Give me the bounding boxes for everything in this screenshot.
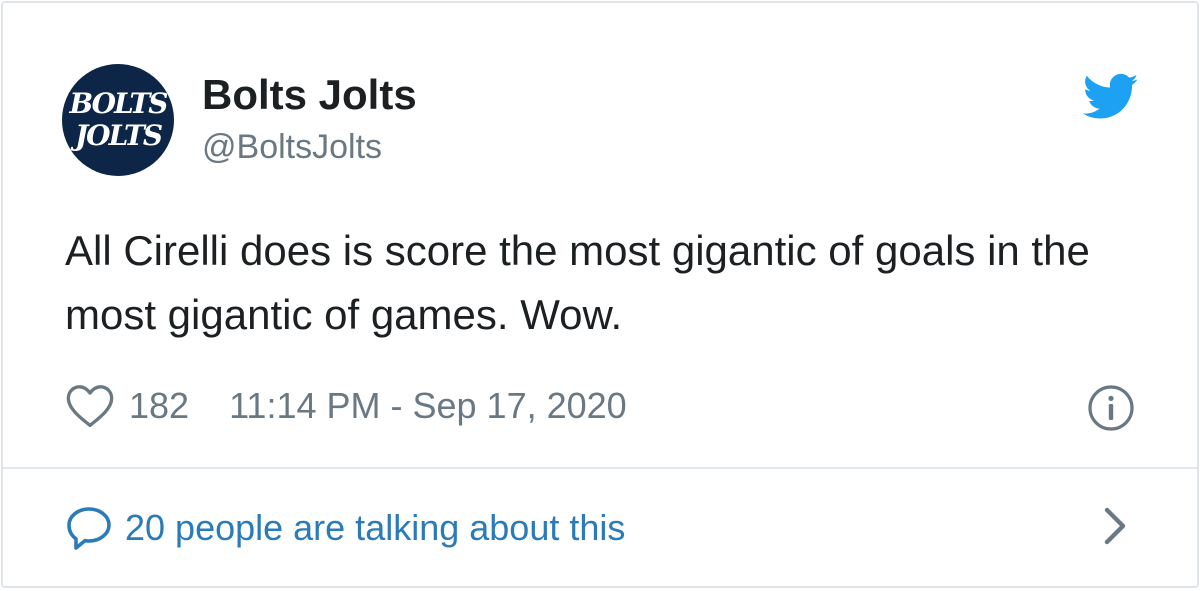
avatar-logo-line2: JOLTS [74,119,163,152]
timestamp[interactable]: 11:14 PM - Sep 17, 2020 [229,385,627,427]
display-name[interactable]: Bolts Jolts [202,71,417,119]
avatar[interactable]: BOLTS JOLTS [62,64,174,176]
speech-bubble-icon [67,507,111,550]
heart-icon[interactable] [65,383,115,429]
conversation-label[interactable]: 20 people are talking about this [125,507,625,549]
like-count[interactable]: 182 [129,385,189,427]
user-handle[interactable]: @BoltsJolts [202,127,382,167]
twitter-bird-icon[interactable] [1083,73,1139,121]
conversation-link[interactable]: 20 people are talking about this [65,503,625,553]
tweet-meta: 182 11:14 PM - Sep 17, 2020 [65,381,627,431]
avatar-logo-line1: BOLTS [69,87,168,120]
chevron-right-icon[interactable] [1099,506,1131,546]
tweet-text: All Cirelli does is score the most gigan… [65,227,1090,338]
tweet-card: BOLTS JOLTS Bolts Jolts @BoltsJolts All … [1,1,1199,588]
divider [3,467,1197,469]
info-icon[interactable] [1087,384,1135,432]
